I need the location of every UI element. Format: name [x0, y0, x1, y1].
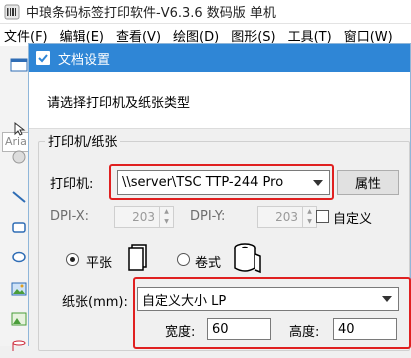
dpi-x-spin-buttons[interactable]: ▲ ▼ [159, 207, 173, 227]
roll-paper-icon [234, 243, 261, 274]
app-logo-icon [4, 4, 20, 19]
height-input[interactable]: 40 [333, 318, 397, 340]
sheet-paper-radio[interactable] [66, 253, 79, 266]
line-tool-icon[interactable] [8, 186, 30, 208]
width-label: 宽度: [165, 325, 196, 340]
roll-paper-label: 卷式 [195, 256, 222, 271]
dpi-y-label: DPI-Y: [190, 209, 226, 224]
rectangle-tool-icon[interactable] [8, 216, 30, 238]
database-tool-icon[interactable] [8, 336, 30, 358]
dialog-title: 文档设置 [58, 52, 111, 68]
dpi-y-value: 203 [275, 210, 298, 224]
width-input[interactable]: 60 [207, 318, 271, 340]
paper-size-select[interactable]: 自定义大小 LP [137, 287, 399, 311]
paper-size-value: 自定义大小 LP [142, 293, 227, 309]
window-icon[interactable] [8, 54, 30, 76]
dpi-x-spinner[interactable]: 203 ▲ ▼ [114, 206, 174, 228]
dialog-header: 请选择打印机及纸张类型 [29, 72, 410, 128]
document-settings-dialog: 文档设置 请选择打印机及纸张类型 打印机/纸张 打印机: \\server\TS… [28, 43, 411, 351]
pointer-icon[interactable] [8, 118, 30, 140]
menu-shape[interactable]: 图形(S) [225, 26, 281, 45]
printer-select-value: \\server\TSC TTP-244 Pro [122, 175, 284, 190]
menu-window[interactable]: 窗口(W) [338, 26, 399, 45]
printer-select[interactable]: \\server\TSC TTP-244 Pro [117, 170, 330, 195]
dialog-instruction: 请选择打印机及纸张类型 [47, 96, 191, 111]
group-title: 打印机/纸张 [45, 131, 121, 150]
dpi-y-spin-buttons[interactable]: ▲ ▼ [302, 207, 316, 227]
zoom-icon[interactable] [8, 146, 30, 168]
printer-properties-button[interactable]: 属性 [337, 170, 399, 195]
ellipse-tool-icon[interactable] [8, 246, 30, 268]
menu-edit[interactable]: 编辑(E) [54, 26, 110, 45]
menu-file[interactable]: 文件(F) [0, 26, 54, 45]
dpi-x-value: 203 [132, 210, 155, 224]
height-label: 高度: [289, 325, 320, 340]
menu-tools[interactable]: 工具(T) [282, 26, 338, 45]
chevron-down-icon[interactable] [307, 171, 329, 194]
menu-draw[interactable]: 绘图(D) [167, 26, 225, 45]
sheet-paper-label: 平张 [86, 256, 113, 271]
dialog-body: 打印机/纸张 打印机: \\server\TSC TTP-244 Pro 属性 … [29, 128, 411, 351]
dialog-title-bar: 文档设置 [29, 44, 410, 72]
custom-dpi-label: 自定义 [333, 212, 373, 227]
document-settings-icon [36, 51, 50, 65]
paper-size-label: 纸张(mm): [62, 295, 128, 310]
title-bar: 中琅条码标签打印软件-V6.3.6 数码版 单机 [0, 0, 411, 24]
window-title: 中琅条码标签打印软件-V6.3.6 数码版 单机 [26, 6, 276, 21]
picture-tool-icon[interactable] [8, 308, 30, 330]
dpi-x-label: DPI-X: [50, 209, 90, 224]
menu-view[interactable]: 查看(V) [110, 26, 167, 45]
roll-paper-radio[interactable] [177, 253, 190, 266]
image-tool-icon[interactable] [8, 278, 30, 300]
dpi-y-spinner[interactable]: 203 ▲ ▼ [257, 206, 317, 228]
sheet-paper-icon [128, 244, 147, 271]
chevron-down-icon[interactable] [376, 288, 398, 310]
custom-dpi-checkbox[interactable] [316, 210, 329, 223]
printer-label: 打印机: [50, 177, 94, 192]
